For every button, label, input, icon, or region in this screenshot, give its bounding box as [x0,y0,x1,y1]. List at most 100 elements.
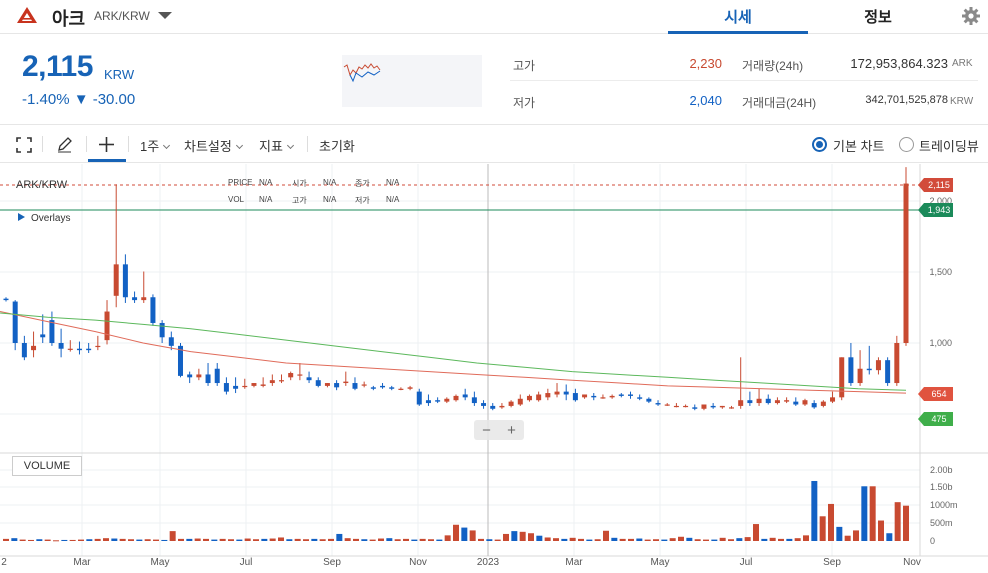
pencil-icon[interactable] [56,136,73,153]
candle-body [12,301,18,343]
candle-body [324,383,330,386]
volume-bar [219,538,226,541]
high-info-value: N/A [323,195,337,204]
candle-body [692,407,698,409]
volume-bar [369,539,376,541]
volume-bar [336,533,343,541]
candle-body [122,264,128,298]
candle-body [885,360,891,384]
reset-button[interactable]: 초기화 [319,136,355,155]
candle-body [526,395,532,401]
volume-bar [653,539,659,541]
candle-body [306,377,312,381]
volume-bar [553,538,559,541]
volume-bar [886,533,893,541]
x-tick-label: 2023 [477,557,500,568]
price-summary: 2,115 KRW -1.40% ▼ -30.00 고가 2,230 거래량(2… [0,35,988,125]
sparkline [342,55,482,107]
low-value: 2,040 [689,93,722,108]
close-info-value: N/A [386,178,400,187]
volume-bar [19,539,26,541]
chart-settings-menu[interactable]: 차트설정 [184,136,243,155]
fullscreen-icon[interactable] [16,137,32,153]
volume-bar [186,538,193,541]
candle-body [499,405,505,408]
candle-body [334,383,340,388]
zoom-in-button[interactable]: + [507,422,516,439]
price-chart[interactable]: 2,000 1,500 1,000 2.00b 1.50b 1000m 500m 0 2 Mar M… [0,164,988,573]
candle-body [802,400,808,405]
candle-body [517,398,523,405]
crosshair-tool[interactable] [88,126,126,162]
volume-bar [178,538,184,541]
volume-bar [453,524,459,541]
volume-value: 172,953,864.323 [850,56,948,71]
candle-body [260,384,266,386]
candle-body [747,400,753,404]
volume-bar [253,539,259,541]
volume-tick-label: 500m [930,518,953,528]
volume-bar [511,531,518,541]
tab-info[interactable]: 정보 [808,6,948,34]
volume-bar [619,538,626,541]
candle-body [416,391,422,405]
volume-tick-label: 2.00b [930,465,953,475]
candle-body [471,397,477,404]
volume-bar [103,538,109,541]
volume-bar [286,539,293,541]
candle-body [425,400,431,404]
tradingview-label[interactable]: 트레이딩뷰 [919,136,979,155]
volume-bar [211,539,218,541]
chart-settings-label: 차트설정 [184,139,232,154]
candle-body [563,391,569,395]
amount-label: 거래대금(24H) [742,96,817,110]
volume-bar [194,538,201,541]
candle-body [481,403,487,406]
volume-bar [3,538,9,541]
volume-bar [761,538,768,541]
volume-bar [503,533,509,541]
volume-bar [136,539,143,541]
coin-dropdown-icon[interactable] [158,12,172,19]
tab-price[interactable]: 시세 [668,6,808,34]
volume-bar [86,539,93,541]
volume-bar [344,538,351,541]
tradingview-radio[interactable] [899,137,914,152]
candle-body [701,404,707,409]
toolbar-divider [128,136,129,152]
x-tick-label: Jul [240,557,253,568]
indicators-menu[interactable]: 지표 [259,136,294,155]
zoom-out-button[interactable]: − [482,422,491,439]
overlays-toggle[interactable]: Overlays [18,213,70,224]
candle-body [536,394,542,401]
volume-tick-label: 0 [930,536,935,546]
period-label: 1주 [140,139,160,154]
gear-icon[interactable] [960,5,982,27]
candle-body [168,337,174,346]
ma-short-tag: 654 [931,389,946,399]
basic-chart-radio[interactable] [812,137,827,152]
volume-bar [594,539,601,541]
period-select[interactable]: 1주 [140,136,171,155]
basic-chart-label[interactable]: 기본 차트 [833,136,884,155]
volume-bar [119,538,126,541]
candle-body [31,345,37,351]
x-tick-label: Sep [823,557,841,568]
volume-bar [869,486,876,541]
volume-bar [686,537,693,541]
candle-body [21,343,27,358]
ma-long-tag: 475 [931,414,946,424]
candle-body [793,401,799,405]
candle-body [3,298,9,301]
last-price-tag: 2,115 [928,180,950,190]
volume-bar [861,486,868,541]
level-price-tag: 1,943 [928,205,951,215]
candle-body [132,297,138,301]
zoom-control: − + [474,420,524,440]
chart-canvas[interactable]: 2,0001,5001,0002.00b1.50b1000m500m02 Mar M… [0,164,988,573]
candle-body [637,397,643,399]
volume-bar [644,539,651,541]
volume-bar [111,538,118,541]
price-tick-label: 1,500 [929,267,952,277]
candle-body [435,400,441,402]
